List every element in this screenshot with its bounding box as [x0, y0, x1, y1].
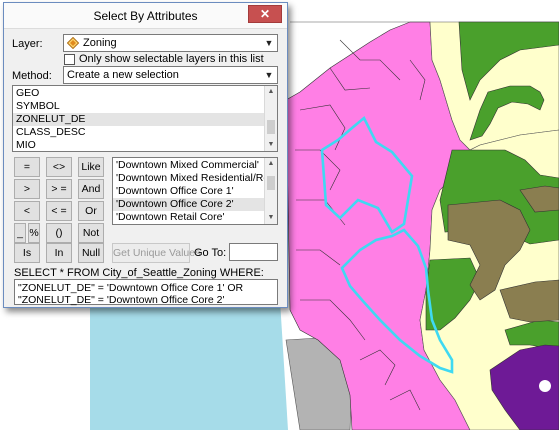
get-unique-values-button[interactable]: Get Unique Values [112, 243, 200, 263]
underscore-button[interactable]: _ [14, 223, 26, 243]
value-item-selected[interactable]: 'Downtown Office Core 2' [113, 198, 277, 211]
close-button[interactable]: ✕ [248, 5, 282, 23]
goto-input[interactable] [229, 243, 278, 261]
goto-label: Go To: [194, 247, 227, 259]
values-list-scrollbar[interactable]: ▲ ▼ [264, 158, 277, 224]
value-item[interactable]: 'Downtown Mixed Residential/Residential' [113, 172, 277, 185]
select-by-attributes-dialog: Select By Attributes ✕ Layer: Zoning ▼ O… [3, 2, 288, 308]
greater-equal-button[interactable]: > = [46, 179, 72, 199]
field-item[interactable]: GEO [13, 87, 277, 100]
value-item[interactable]: 'Downtown Mixed Commercial' [113, 159, 277, 172]
value-item[interactable]: 'Downtown Retail Core' [113, 211, 277, 224]
equals-button[interactable]: = [14, 157, 40, 177]
greater-than-button[interactable]: > [14, 179, 40, 199]
less-than-button[interactable]: < [14, 201, 40, 221]
percent-button[interactable]: % [28, 223, 40, 243]
chevron-down-icon: ▼ [264, 38, 274, 48]
only-selectable-label: Only show selectable layers in this list [79, 53, 264, 65]
method-value: Create a new selection [67, 69, 179, 81]
field-item[interactable]: MIO [13, 139, 277, 151]
field-list[interactable]: GEO SYMBOL ZONELUT_DE CLASS_DESC MIO ▲ ▼ [12, 85, 278, 152]
purple-zone-hole [539, 380, 551, 392]
and-button[interactable]: And [78, 179, 104, 199]
scroll-up-icon[interactable]: ▲ [265, 158, 277, 170]
field-item-selected[interactable]: ZONELUT_DE [13, 113, 277, 126]
sql-prefix-label: SELECT * FROM City_of_Seattle_Zoning WHE… [14, 267, 264, 279]
scroll-up-icon[interactable]: ▲ [265, 86, 277, 98]
null-button[interactable]: Null [78, 243, 104, 263]
chevron-down-icon: ▼ [264, 70, 274, 80]
field-item[interactable]: CLASS_DESC [13, 126, 277, 139]
like-button[interactable]: Like [78, 157, 104, 177]
layer-value: Zoning [83, 37, 117, 49]
dialog-titlebar[interactable]: Select By Attributes ✕ [4, 3, 287, 29]
scroll-thumb[interactable] [267, 120, 275, 134]
method-label: Method: [12, 70, 52, 82]
or-button[interactable]: Or [78, 201, 104, 221]
water-area [90, 300, 288, 430]
field-list-scrollbar[interactable]: ▲ ▼ [264, 86, 277, 151]
in-button[interactable]: In [46, 243, 72, 263]
parentheses-button[interactable]: () [46, 223, 72, 243]
scroll-thumb[interactable] [267, 176, 275, 190]
scroll-down-icon[interactable]: ▼ [265, 139, 277, 151]
value-item[interactable]: 'Downtown Office Core 1' [113, 185, 277, 198]
method-dropdown[interactable]: Create a new selection ▼ [63, 66, 278, 84]
diamond-layer-icon [67, 37, 79, 49]
dialog-title: Select By Attributes [93, 9, 198, 23]
unique-values-list[interactable]: 'Downtown Mixed Commercial' 'Downtown Mi… [112, 157, 278, 225]
scroll-down-icon[interactable]: ▼ [265, 212, 277, 224]
not-button[interactable]: Not [78, 223, 104, 243]
sql-expression-input[interactable]: "ZONELUT_DE" = 'Downtown Office Core 1' … [14, 279, 278, 306]
field-item[interactable]: SYMBOL [13, 100, 277, 113]
less-equal-button[interactable]: < = [46, 201, 72, 221]
not-equal-button[interactable]: <> [46, 157, 72, 177]
layer-label: Layer: [12, 38, 43, 50]
is-button[interactable]: Is [14, 243, 40, 263]
layer-dropdown[interactable]: Zoning ▼ [63, 34, 278, 52]
only-selectable-checkbox[interactable] [64, 54, 75, 65]
